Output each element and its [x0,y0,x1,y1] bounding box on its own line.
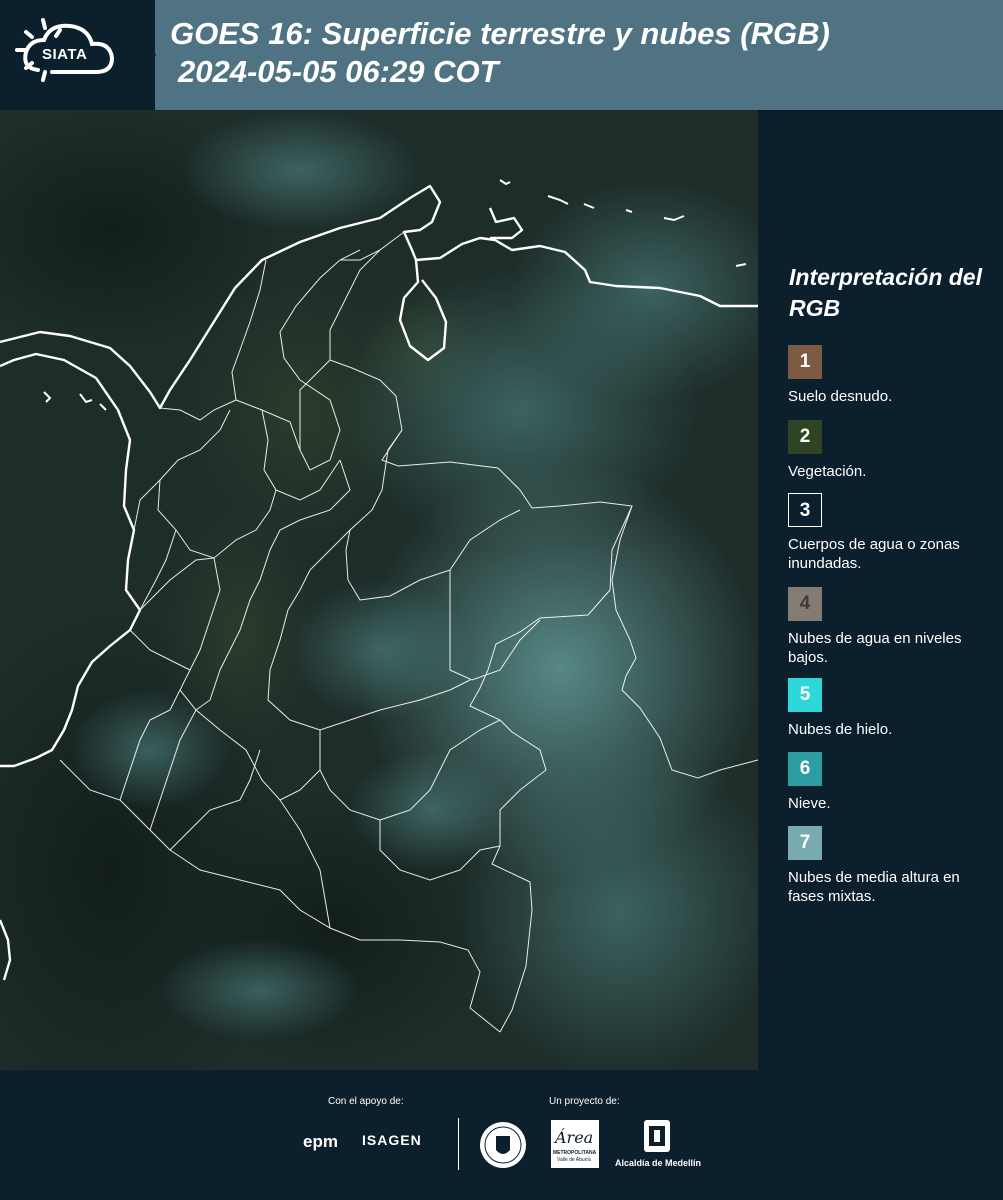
footer-divider [458,1118,459,1170]
legend-label: Nieve. [788,795,831,812]
legend-swatch: 5 [788,678,822,712]
satellite-map[interactable] [0,110,758,1070]
legend-swatch: 3 [788,493,822,527]
legend-swatch: 2 [788,420,822,454]
legend-label: Cuerpos de agua o zonas inundadas. [788,536,960,572]
legend-item-6: 6 Nieve. [788,752,993,813]
legend-item-3: 3 Cuerpos de agua o zonas inundadas. [788,493,993,573]
cloud-area [350,750,510,870]
project-label: Un proyecto de: [549,1096,620,1107]
medellin-logo: Alcaldía de Medellín [612,1118,704,1170]
cloud-area [180,110,420,230]
legend-item-2: 2 Vegetación. [788,420,993,481]
area-metropolitana-logo: Área METROPOLITANA Valle de Aburrá [551,1120,599,1168]
header-bar: SIATA GOES 16: Superficie terrestre y nu… [0,0,1003,110]
legend-label: Nubes de media altura en fases mixtas. [788,869,960,905]
cloud-area [70,690,230,810]
coat-of-arms-icon [644,1120,670,1152]
legend-item-5: 5 Nubes de hielo. [788,678,993,739]
legend-swatch: 6 [788,752,822,786]
footer: Con el apoyo de: Un proyecto de: epm ISA… [0,1070,1003,1200]
legend-label: Nubes de hielo. [788,721,893,738]
legend-title: Interpretación del RGB [789,264,982,321]
legend-label: Nubes de agua en niveles bajos. [788,630,962,666]
legend-label: Suelo desnudo. [788,388,893,405]
legend-swatch: 7 [788,826,822,860]
map-svg [0,110,758,1070]
isagen-logo: ISAGEN [362,1132,422,1148]
area-logo-text: Área [555,1128,594,1147]
legend-item-7: 7 Nubes de media altura en fases mixtas. [788,826,993,906]
logo-arrow [124,0,156,110]
legend-swatch: 1 [788,345,822,379]
legend-item-1: 1 Suelo desnudo. [788,345,993,406]
cloud-area [160,940,360,1040]
legend-panel: Interpretación del RGB 1 Suelo desnudo. … [758,110,1003,1070]
logo-text: SIATA [42,46,88,63]
seal-icon [480,1122,526,1168]
legend-label: Vegetación. [788,463,867,480]
area-logo-sub: METROPOLITANA [553,1150,597,1156]
legend-item-4: 4 Nubes de agua en niveles bajos. [788,587,993,667]
page-title: GOES 16: Superficie terrestre y nubes (R… [170,16,830,51]
epm-logo: epm [303,1132,338,1151]
medellin-label: Alcaldía de Medellín [614,1158,702,1168]
legend-swatch: 4 [788,587,822,621]
page-timestamp: 2024-05-05 06:29 COT [178,54,499,89]
area-logo-sub2: Valle de Aburrá [557,1157,591,1163]
support-label: Con el apoyo de: [328,1096,404,1107]
cloud-area [290,580,470,720]
